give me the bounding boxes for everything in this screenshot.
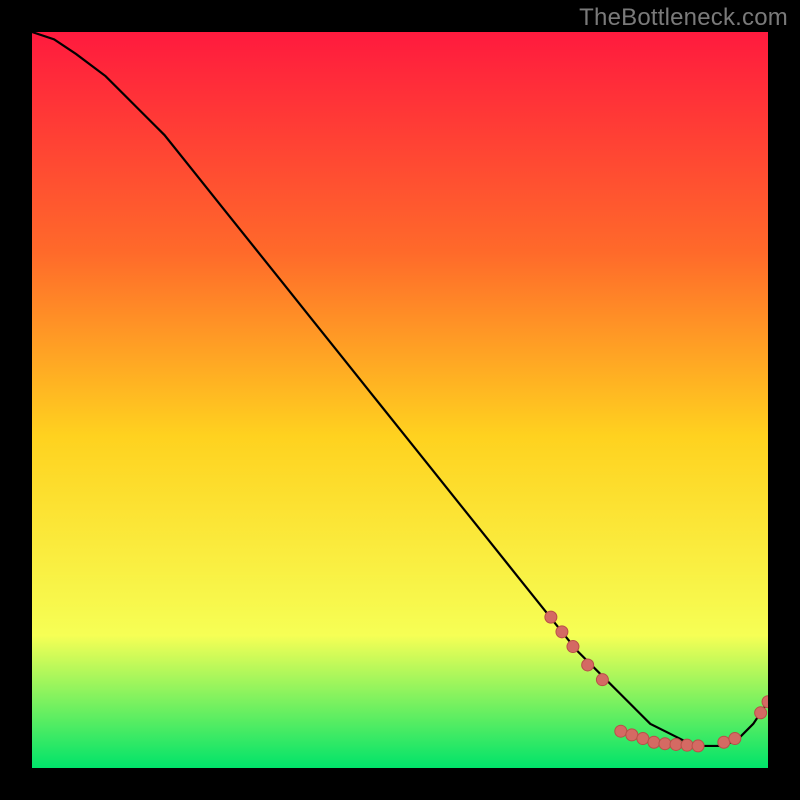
marker-dot bbox=[615, 725, 627, 737]
marker-dot bbox=[681, 739, 693, 751]
gradient-background bbox=[32, 32, 768, 768]
marker-dot bbox=[648, 736, 660, 748]
watermark-text: TheBottleneck.com bbox=[579, 4, 788, 32]
marker-dot bbox=[659, 738, 671, 750]
marker-dot bbox=[729, 733, 741, 745]
marker-dot bbox=[755, 707, 767, 719]
marker-dot bbox=[567, 641, 579, 653]
marker-dot bbox=[545, 611, 557, 623]
marker-dot bbox=[692, 740, 704, 752]
marker-dot bbox=[670, 738, 682, 750]
chart-frame: TheBottleneck.com bbox=[0, 0, 800, 800]
marker-dot bbox=[718, 736, 730, 748]
marker-dot bbox=[626, 729, 638, 741]
marker-dot bbox=[637, 733, 649, 745]
chart-svg bbox=[32, 32, 768, 768]
marker-dot bbox=[556, 626, 568, 638]
plot-area bbox=[32, 32, 768, 768]
marker-dot bbox=[582, 659, 594, 671]
marker-dot bbox=[596, 674, 608, 686]
